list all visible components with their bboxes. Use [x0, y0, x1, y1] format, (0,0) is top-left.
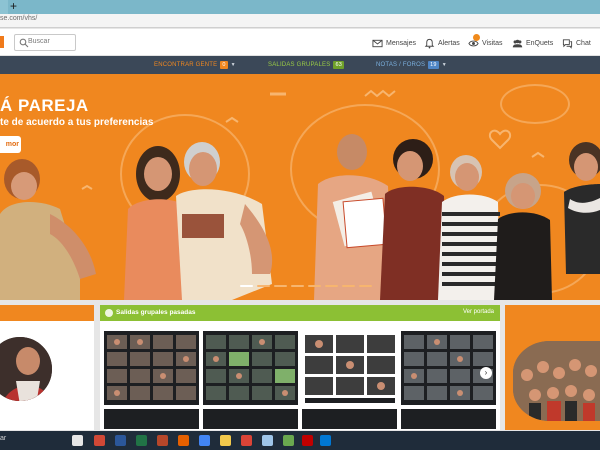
nav-alertas[interactable]: Alertas: [424, 37, 460, 49]
carousel-dot[interactable]: [257, 285, 270, 287]
filezilla-icon[interactable]: [302, 435, 313, 446]
menu-label: ENCONTRAR GENTE: [154, 62, 218, 68]
profile-card-header: [0, 305, 94, 321]
avatar-image: [0, 337, 52, 401]
content-row: Salidas grupales pasadas Ver portada ›: [0, 300, 600, 430]
nav-enquets[interactable]: EnQuets: [512, 37, 553, 49]
chevron-down-icon: ▼: [230, 62, 236, 68]
menu-count: 19: [428, 61, 439, 69]
search-placeholder: Buscar: [28, 38, 50, 45]
menu-label: NOTAS / FOROS: [376, 62, 426, 68]
hero-photo: [0, 89, 600, 300]
chevron-down-icon: ▼: [441, 62, 447, 68]
firefox-icon[interactable]: [178, 435, 189, 446]
hero-banner: Á PAREJA te de acuerdo a tus preferencia…: [0, 74, 600, 300]
site-header: Buscar Mensajes Alertas Visitas EnQuets …: [0, 29, 600, 56]
menu-notas-foros[interactable]: NOTAS / FOROS 19 ▼: [376, 61, 447, 69]
group-icon: [105, 309, 113, 317]
outing-thumbnail[interactable]: [302, 409, 397, 429]
vscode-icon[interactable]: [320, 435, 331, 446]
network-icon[interactable]: [262, 435, 273, 446]
section-menu: ENCONTRAR GENTE 0 ▼ SALIDAS GRUPALES 63 …: [0, 56, 600, 74]
promo-card: [505, 305, 600, 430]
taskbar-search-text: ar: [0, 435, 7, 442]
search-input[interactable]: Buscar: [14, 34, 76, 51]
os-taskbar: ar: [0, 431, 600, 450]
carousel-dot[interactable]: [325, 285, 338, 287]
powerpoint-icon[interactable]: [157, 435, 168, 446]
hero-title: Á PAREJA: [0, 96, 89, 115]
outing-thumbnail[interactable]: [203, 409, 298, 429]
folder-icon[interactable]: [220, 435, 231, 446]
nav-mensajes[interactable]: Mensajes: [372, 37, 416, 49]
outing-thumbnail[interactable]: [203, 331, 298, 405]
nav-label: Visitas: [482, 39, 503, 47]
chrome-icon[interactable]: [199, 435, 210, 446]
nav-label: Mensajes: [386, 39, 416, 47]
section-title: Salidas grupales pasadas: [116, 309, 196, 316]
group-outings-header: Salidas grupales pasadas Ver portada: [100, 305, 500, 321]
visitas-badge: [473, 34, 480, 41]
nav-label: EnQuets: [526, 39, 554, 47]
address-bar[interactable]: se.com/vhs/: [0, 14, 600, 28]
bell-icon: [424, 38, 435, 48]
nav-chat[interactable]: Chat: [562, 37, 591, 49]
carousel-dot[interactable]: [342, 285, 355, 287]
see-all-link[interactable]: Ver portada: [463, 309, 494, 315]
browser-tab-strip: +: [0, 0, 600, 14]
url-text: se.com/vhs/: [0, 15, 38, 22]
new-tab-button[interactable]: +: [10, 0, 17, 14]
outing-thumbnails: [104, 331, 496, 429]
carousel-dots: [240, 285, 372, 287]
profile-card: [0, 305, 94, 430]
carousel-dot[interactable]: [291, 285, 304, 287]
app-icon[interactable]: [94, 435, 105, 446]
outing-thumbnail[interactable]: [401, 409, 496, 429]
nav-label: Alertas: [438, 39, 460, 47]
group-outings-card: Salidas grupales pasadas Ver portada ›: [100, 305, 500, 430]
outing-thumbnail[interactable]: [104, 409, 199, 429]
group-photo[interactable]: [513, 341, 600, 421]
site-logo[interactable]: [0, 36, 4, 48]
carousel-dot[interactable]: [359, 285, 372, 287]
people-icon: [512, 39, 523, 47]
hero-subtitle: te de acuerdo a tus preferencias: [0, 117, 154, 128]
mail-icon: [372, 39, 383, 47]
excel-icon[interactable]: [136, 435, 147, 446]
carousel-dot[interactable]: [274, 285, 287, 287]
carousel-dot[interactable]: [240, 285, 253, 287]
chat-icon: [562, 38, 573, 49]
nav-label: Chat: [576, 39, 591, 47]
menu-label: SALIDAS GRUPALES: [268, 62, 331, 68]
outing-thumbnail[interactable]: [302, 331, 397, 405]
chrome-icon[interactable]: [241, 435, 252, 446]
outing-thumbnail[interactable]: [104, 331, 199, 405]
chevron-right-icon[interactable]: ›: [480, 367, 492, 379]
hero-cta-button[interactable]: mor: [0, 136, 21, 153]
browser-tab[interactable]: [0, 0, 8, 14]
menu-count: 63: [333, 61, 344, 69]
carousel-dot[interactable]: [308, 285, 321, 287]
menu-encontrar-gente[interactable]: ENCONTRAR GENTE 0 ▼: [154, 61, 236, 69]
menu-salidas-grupales[interactable]: SALIDAS GRUPALES 63: [268, 61, 344, 69]
nav-visitas[interactable]: Visitas: [468, 34, 503, 49]
word-icon[interactable]: [115, 435, 126, 446]
task-view-icon[interactable]: [72, 435, 83, 446]
avatar[interactable]: [0, 335, 54, 403]
menu-count: 0: [220, 61, 228, 69]
app-icon[interactable]: [283, 435, 294, 446]
